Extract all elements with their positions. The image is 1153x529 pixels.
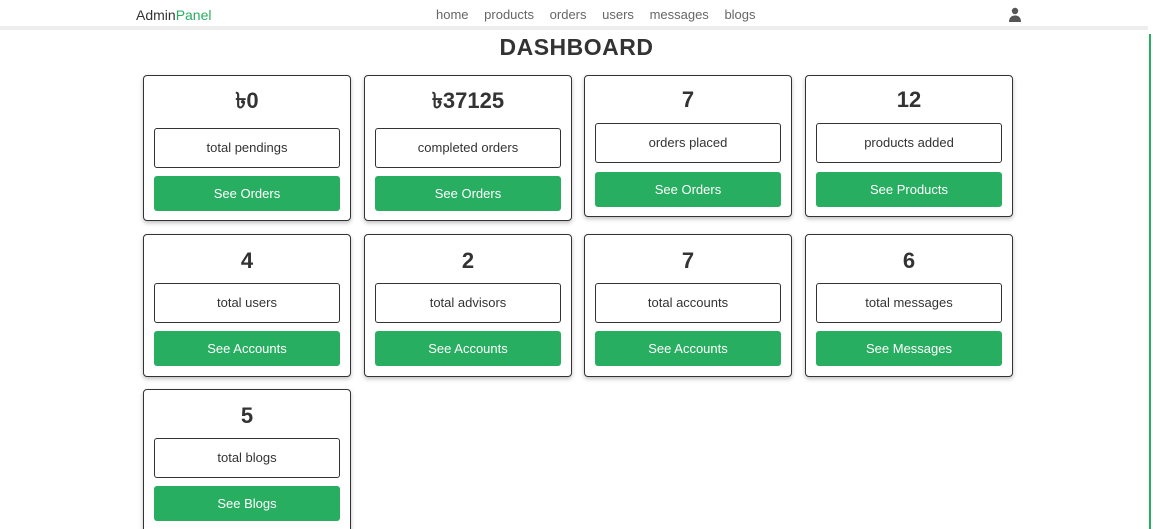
nav-home[interactable]: home bbox=[436, 7, 469, 22]
see-messages-button[interactable]: See Messages bbox=[816, 331, 1002, 366]
card-label: orders placed bbox=[595, 123, 781, 163]
card-value: 6 bbox=[902, 248, 916, 273]
card-label: total advisors bbox=[375, 283, 561, 323]
nav-messages[interactable]: messages bbox=[650, 7, 709, 22]
nav-products[interactable]: products bbox=[484, 7, 534, 22]
card-total-users: 4 total users See Accounts bbox=[143, 234, 351, 377]
card-total-accounts: 7 total accounts See Accounts bbox=[584, 234, 792, 377]
card-value: 2 bbox=[461, 248, 475, 273]
see-products-button[interactable]: See Products bbox=[816, 172, 1002, 207]
see-orders-button[interactable]: See Orders bbox=[595, 172, 781, 207]
nav-users[interactable]: users bbox=[602, 7, 634, 22]
card-label: completed orders bbox=[375, 128, 561, 168]
logo-accent: Panel bbox=[175, 7, 212, 23]
see-accounts-button[interactable]: See Accounts bbox=[154, 331, 340, 366]
card-total-pendings: ৳0 total pendings See Orders bbox=[143, 75, 351, 221]
card-value: ৳37125 bbox=[431, 88, 505, 113]
see-blogs-button[interactable]: See Blogs bbox=[154, 486, 340, 521]
see-accounts-button[interactable]: See Accounts bbox=[375, 331, 561, 366]
see-accounts-button[interactable]: See Accounts bbox=[595, 331, 781, 366]
card-label: products added bbox=[816, 123, 1002, 163]
card-value: 7 bbox=[681, 248, 695, 273]
card-label: total users bbox=[154, 283, 340, 323]
card-completed-orders: ৳37125 completed orders See Orders bbox=[364, 75, 572, 221]
nav-orders[interactable]: orders bbox=[550, 7, 587, 22]
card-label: total pendings bbox=[154, 128, 340, 168]
card-products-added: 12 products added See Products bbox=[805, 75, 1013, 217]
card-total-messages: 6 total messages See Messages bbox=[805, 234, 1013, 377]
header: AdminPanel home products orders users me… bbox=[0, 0, 1148, 30]
card-value: 4 bbox=[240, 248, 254, 273]
see-orders-button[interactable]: See Orders bbox=[154, 176, 340, 211]
admin-dashboard-page: AdminPanel home products orders users me… bbox=[0, 0, 1153, 529]
card-label: total messages bbox=[816, 283, 1002, 323]
card-value: 7 bbox=[681, 87, 695, 112]
card-orders-placed: 7 orders placed See Orders bbox=[584, 75, 792, 217]
see-orders-button[interactable]: See Orders bbox=[375, 176, 561, 211]
logo-prefix: Admin bbox=[136, 7, 176, 23]
page-title: DASHBOARD bbox=[499, 34, 654, 60]
card-value: 5 bbox=[240, 403, 254, 428]
logo[interactable]: AdminPanel bbox=[136, 7, 212, 23]
card-value: 12 bbox=[896, 87, 922, 112]
card-label: total blogs bbox=[154, 438, 340, 478]
user-icon[interactable] bbox=[1008, 7, 1022, 23]
nav-blogs[interactable]: blogs bbox=[724, 7, 755, 22]
card-value: ৳0 bbox=[235, 88, 259, 113]
card-total-advisors: 2 total advisors See Accounts bbox=[364, 234, 572, 377]
navbar: home products orders users messages blog… bbox=[436, 7, 768, 23]
card-label: total accounts bbox=[595, 283, 781, 323]
scroll-edge bbox=[1149, 34, 1151, 529]
card-total-blogs: 5 total blogs See Blogs bbox=[143, 389, 351, 529]
